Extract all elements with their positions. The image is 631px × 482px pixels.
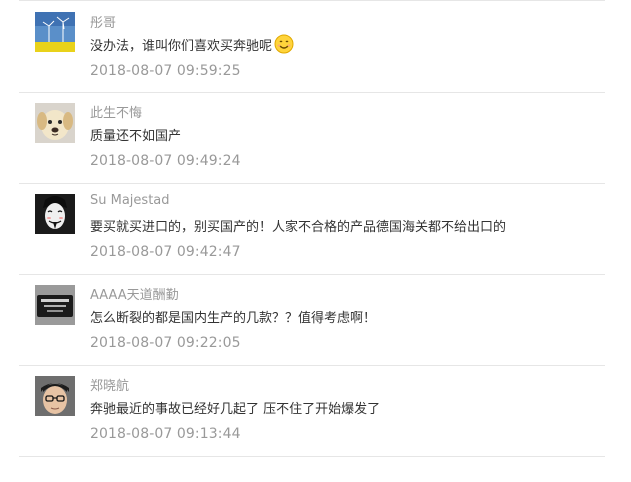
comment-text-body: 怎么断裂的都是国内生产的几款？？值得考虑啊！ (90, 311, 377, 326)
comment-timestamp: 2018-08-07 09:42:47 (90, 244, 241, 260)
comment-timestamp: 2018-08-07 09:49:24 (90, 153, 241, 169)
comment-username[interactable]: Su Majestad (90, 193, 170, 208)
comment-text: 质量还不如国产 (90, 125, 181, 144)
comment-text: 要买就买进口的，别买国产的！人家不合格的产品德国海关都不给出口的 (90, 216, 506, 235)
comment-item: 郑晓航 奔驰最近的事故已经好几起了 压不住了开始爆发了 2018-08-07 0… (19, 366, 605, 457)
comment-text: 奔驰最近的事故已经好几起了 压不住了开始爆发了 (90, 398, 380, 417)
smile-emoji-icon (274, 34, 294, 54)
comment-username[interactable]: 彤哥 (90, 12, 116, 31)
comment-timestamp: 2018-08-07 09:13:44 (90, 426, 241, 442)
comment-text: 没办法，谁叫你们喜欢买奔驰呢 (90, 34, 294, 54)
comment-item: Su Majestad 要买就买进口的，别买国产的！人家不合格的产品德国海关都不… (19, 184, 605, 275)
comment-text-body: 奔驰最近的事故已经好几起了 压不住了开始爆发了 (90, 402, 381, 417)
comment-list: 彤哥 没办法，谁叫你们喜欢买奔驰呢 2018-08-07 09:59:25 此生… (19, 0, 605, 457)
puppy-avatar[interactable] (35, 103, 75, 143)
comment-username[interactable]: 郑晓航 (90, 375, 129, 394)
wind-turbine-avatar[interactable] (35, 12, 75, 52)
comment-timestamp: 2018-08-07 09:22:05 (90, 335, 241, 351)
comment-username[interactable]: 此生不悔 (90, 102, 142, 121)
comment-text: 怎么断裂的都是国内生产的几款？？值得考虑啊！ (90, 307, 376, 326)
comment-username[interactable]: AAAA天道酬勤 (90, 284, 179, 303)
comment-text-body: 质量还不如国产 (90, 129, 182, 144)
comment-text-body: 没办法，谁叫你们喜欢买奔驰呢 (90, 38, 273, 54)
comment-item: AAAA天道酬勤 怎么断裂的都是国内生产的几款？？值得考虑啊！ 2018-08-… (19, 275, 605, 366)
comment-item: 彤哥 没办法，谁叫你们喜欢买奔驰呢 2018-08-07 09:59:25 (19, 0, 605, 93)
sticker-avatar[interactable] (35, 285, 75, 325)
comment-item: 此生不悔 质量还不如国产 2018-08-07 09:49:24 (19, 93, 605, 184)
comment-timestamp: 2018-08-07 09:59:25 (90, 63, 241, 79)
mask-avatar[interactable] (35, 194, 75, 234)
comment-text-body: 要买就买进口的，别买国产的！人家不合格的产品德国海关都不给出口的 (90, 220, 507, 235)
person-glasses-avatar[interactable] (35, 376, 75, 416)
